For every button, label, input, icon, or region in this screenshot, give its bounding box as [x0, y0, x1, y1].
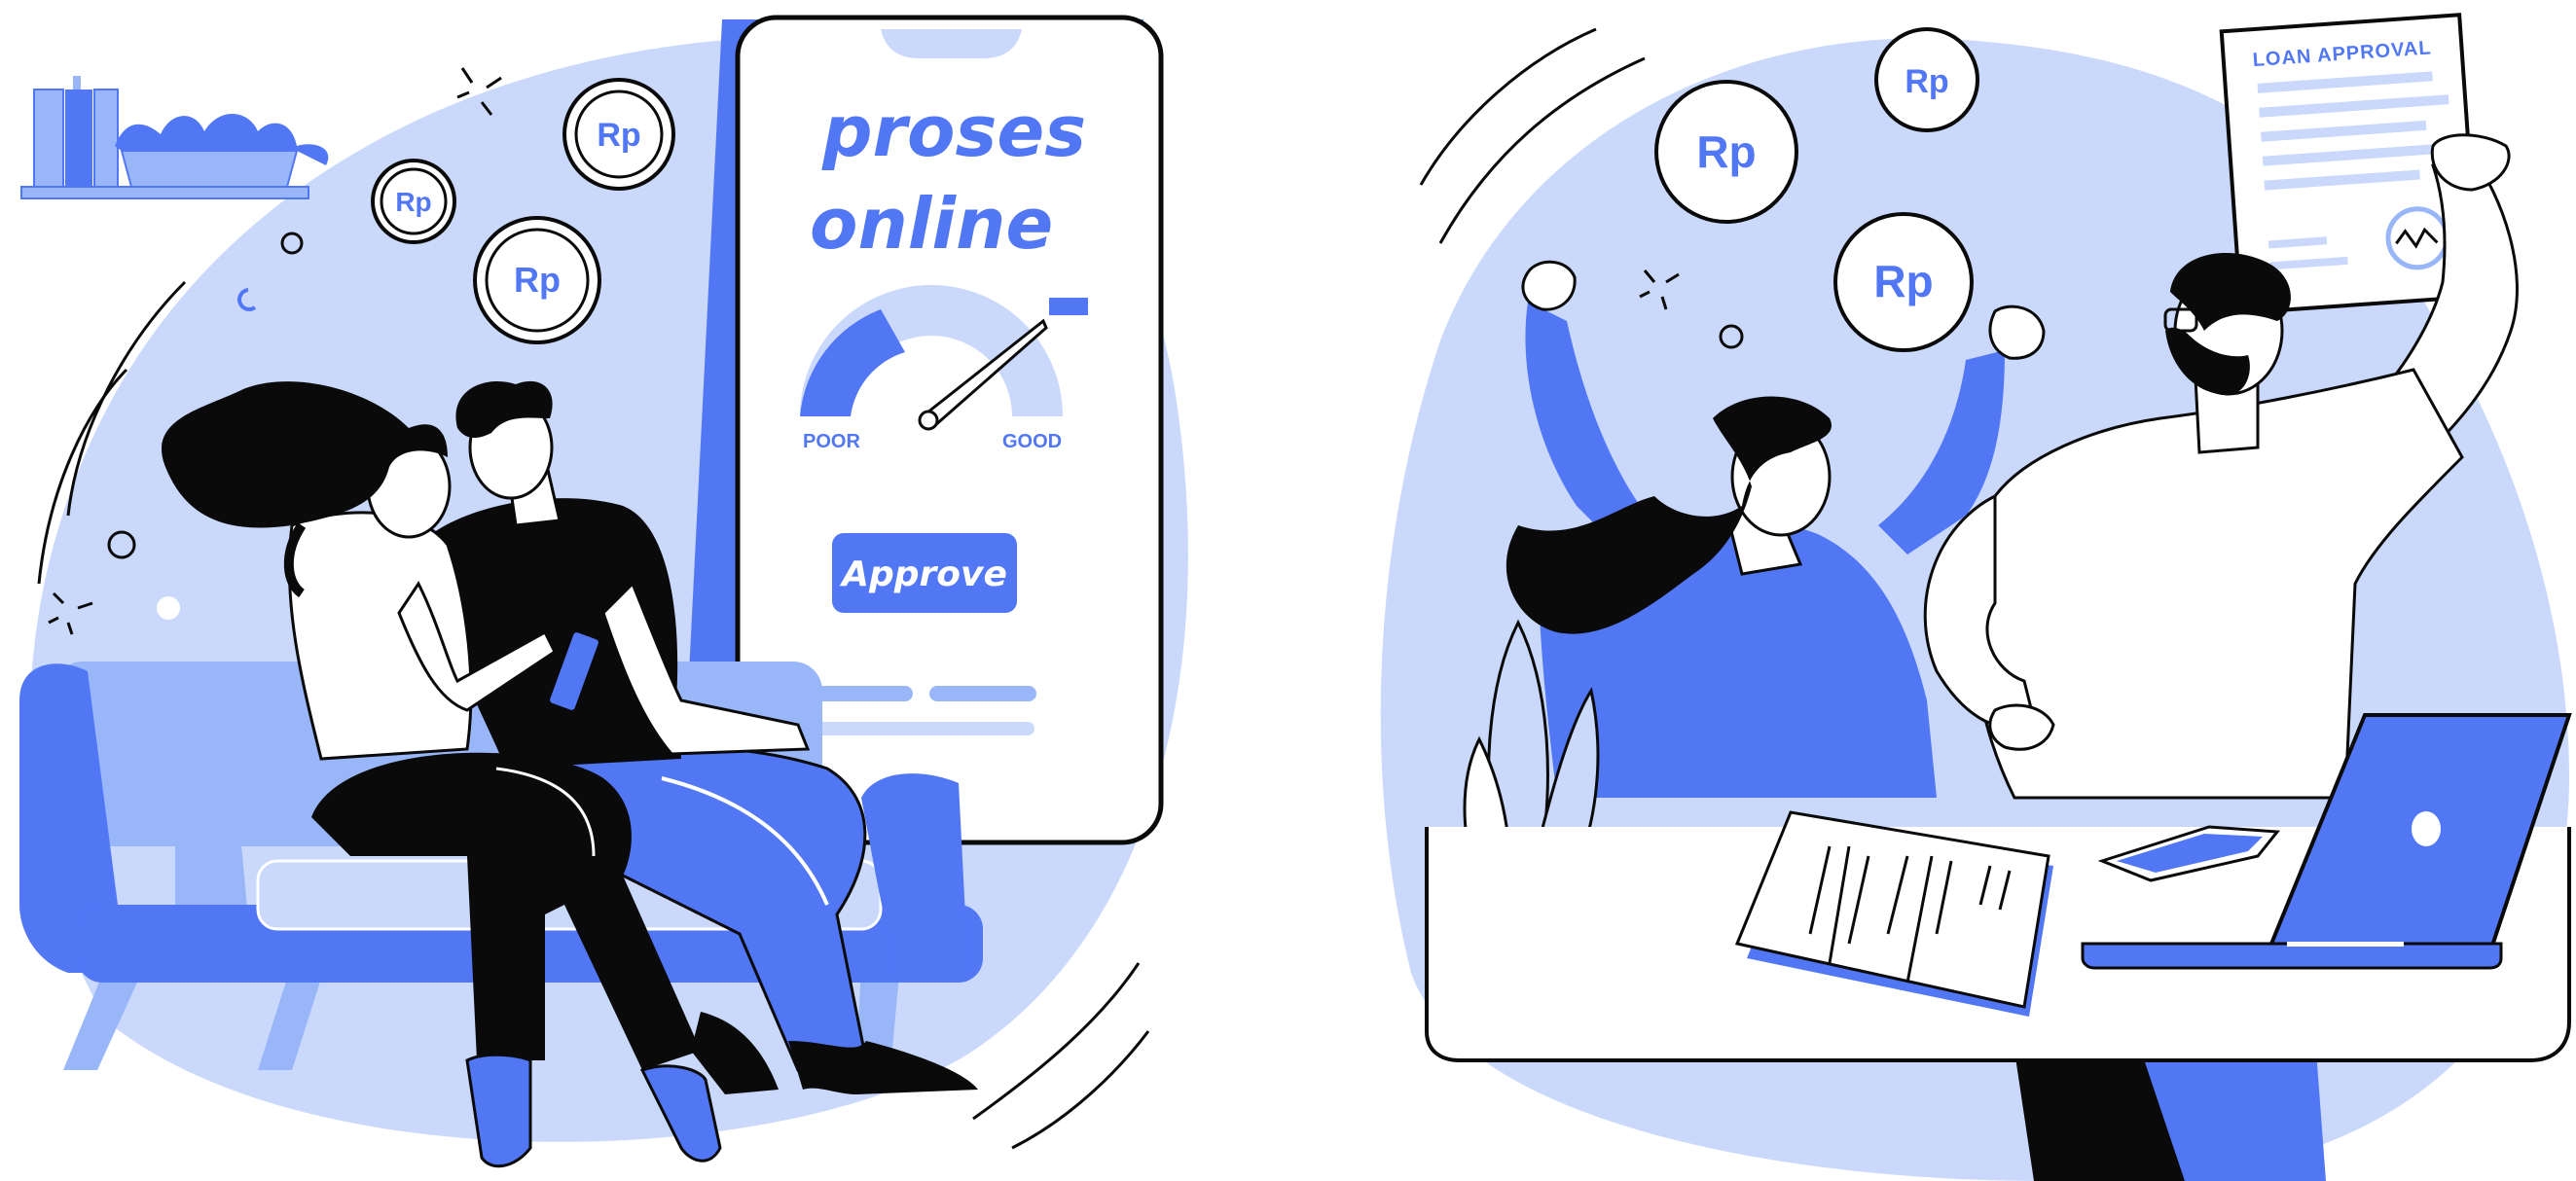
left-scene: Rp Rp Rp proses online POOR GOOD Approve — [19, 15, 1188, 1168]
phone-notch — [881, 29, 1022, 58]
coin-rp-small: Rp — [1874, 27, 1979, 132]
bookshelf — [20, 76, 329, 199]
placeholder-line — [929, 686, 1036, 701]
placeholder-line — [816, 722, 1034, 735]
woman-left-hand — [1521, 260, 1577, 311]
approve-button[interactable]: Approve — [832, 533, 1017, 613]
coin-rp-large: Rp — [1654, 80, 1798, 224]
woman-torso — [287, 511, 473, 761]
dot-icon — [157, 596, 180, 620]
coin-label: Rp — [1696, 126, 1756, 177]
coin-label: Rp — [597, 117, 640, 154]
woman-shoe — [465, 1053, 532, 1168]
woman-right-hand — [1988, 304, 2046, 360]
coin-rp-medium: Rp — [473, 216, 601, 344]
gauge-indicator — [1049, 298, 1088, 315]
man-fist — [1988, 703, 2055, 751]
coin-label: Rp — [1905, 63, 1948, 100]
coin-label: Rp — [395, 187, 431, 217]
headline-line1: proses — [821, 90, 1086, 172]
coin-rp-small: Rp — [371, 159, 456, 244]
headline-line2: online — [810, 183, 1053, 265]
right-scene: Rp Rp Rp LOAN APPROVAL — [1380, 13, 2574, 1181]
illustration-canvas: Rp Rp Rp proses online POOR GOOD Approve… — [19, 13, 2574, 1181]
gauge-min-label: POOR — [803, 431, 860, 452]
motion-line-left-4 — [1011, 1030, 1150, 1150]
coin-rp-medium: Rp — [1833, 212, 1974, 352]
coin-label: Rp — [1873, 256, 1933, 306]
coin-rp-large: Rp — [562, 78, 675, 191]
laptop-logo-icon — [2412, 811, 2441, 846]
plant-bowl — [120, 150, 299, 188]
gauge-max-label: GOOD — [1002, 431, 1062, 452]
placeholder-line — [816, 686, 913, 701]
coin-label: Rp — [514, 260, 561, 300]
approve-button-label: Approve — [839, 555, 1007, 594]
